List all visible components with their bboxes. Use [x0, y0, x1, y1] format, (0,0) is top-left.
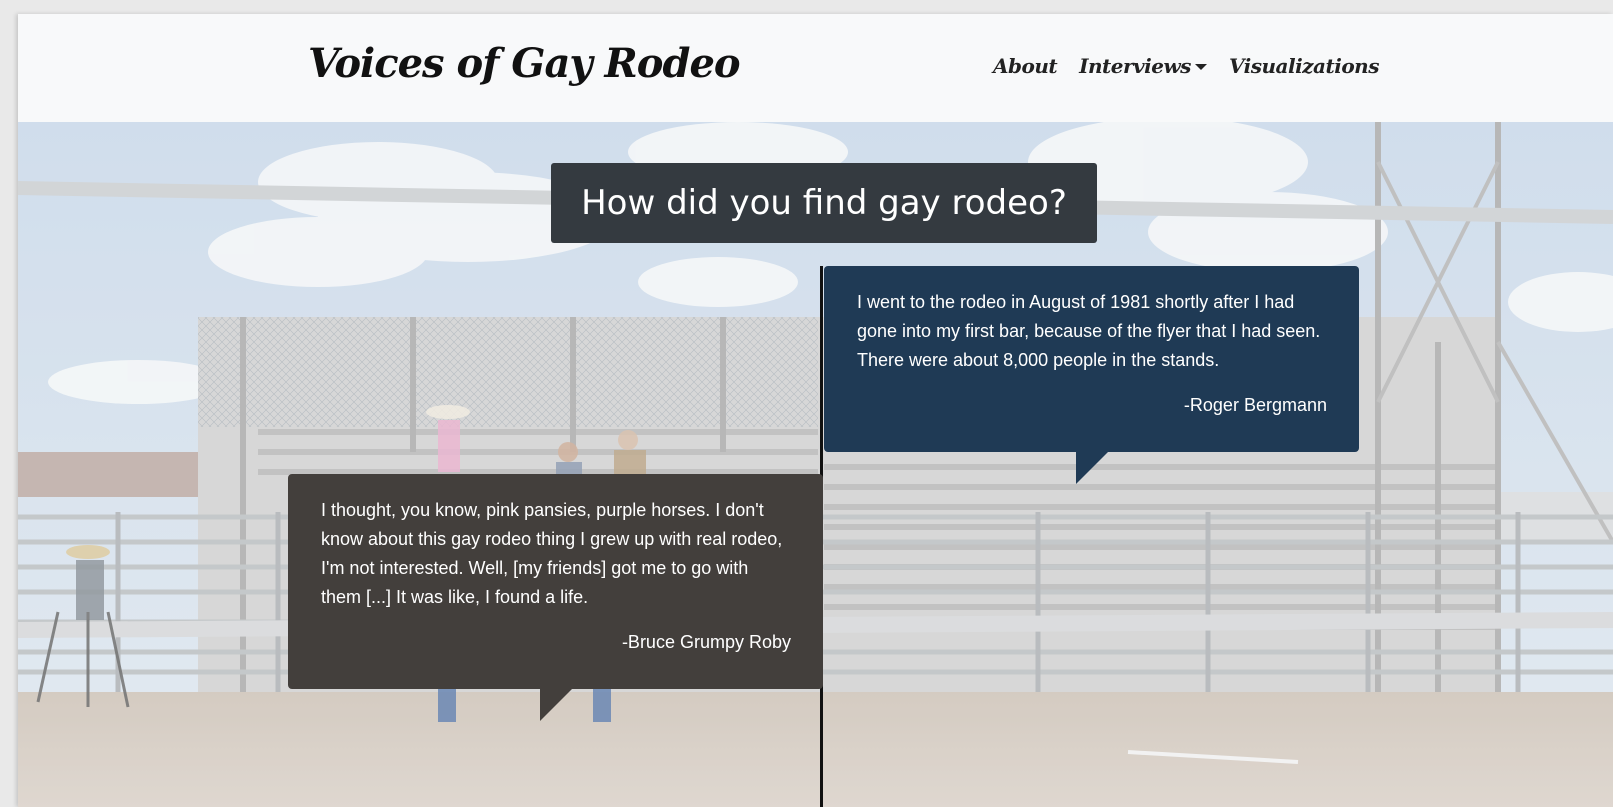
quote-text: I went to the rodeo in August of 1981 sh…	[857, 292, 1321, 370]
quote-bubble-bruce-grumpy-roby: I thought, you know, pink pansies, purpl…	[288, 474, 823, 721]
page: Voices of Gay Rodeo About Interviews Vis…	[18, 14, 1613, 807]
nav-about-label: About	[993, 54, 1058, 78]
speech-tail	[540, 689, 572, 721]
question-heading: How did you find gay rodeo?	[551, 163, 1097, 243]
quote-text: I thought, you know, pink pansies, purpl…	[321, 500, 783, 607]
caret-down-icon	[1194, 64, 1207, 70]
nav-visualizations-label: Visualizations	[1228, 54, 1380, 78]
speech-tail	[1076, 452, 1108, 484]
quote-author: -Roger Bergmann	[1183, 395, 1327, 415]
quote-bubble-roger-bergmann: I went to the rodeo in August of 1981 sh…	[824, 266, 1359, 484]
quote-author: -Bruce Grumpy Roby	[621, 632, 791, 652]
nav-interviews-label: Interviews	[1079, 54, 1191, 78]
navbar: Voices of Gay Rodeo About Interviews Vis…	[18, 14, 1613, 122]
nav-about[interactable]: About	[993, 54, 1058, 78]
brand-logo-link[interactable]: Voices of Gay Rodeo	[308, 40, 741, 87]
hero-section: How did you find gay rodeo? I went to th…	[18, 122, 1613, 807]
nav-interviews-dropdown[interactable]: Interviews	[1079, 54, 1207, 78]
question-text: How did you find gay rodeo?	[581, 183, 1067, 223]
nav-links: About Interviews Visualizations	[993, 54, 1401, 78]
nav-visualizations[interactable]: Visualizations	[1228, 54, 1380, 78]
